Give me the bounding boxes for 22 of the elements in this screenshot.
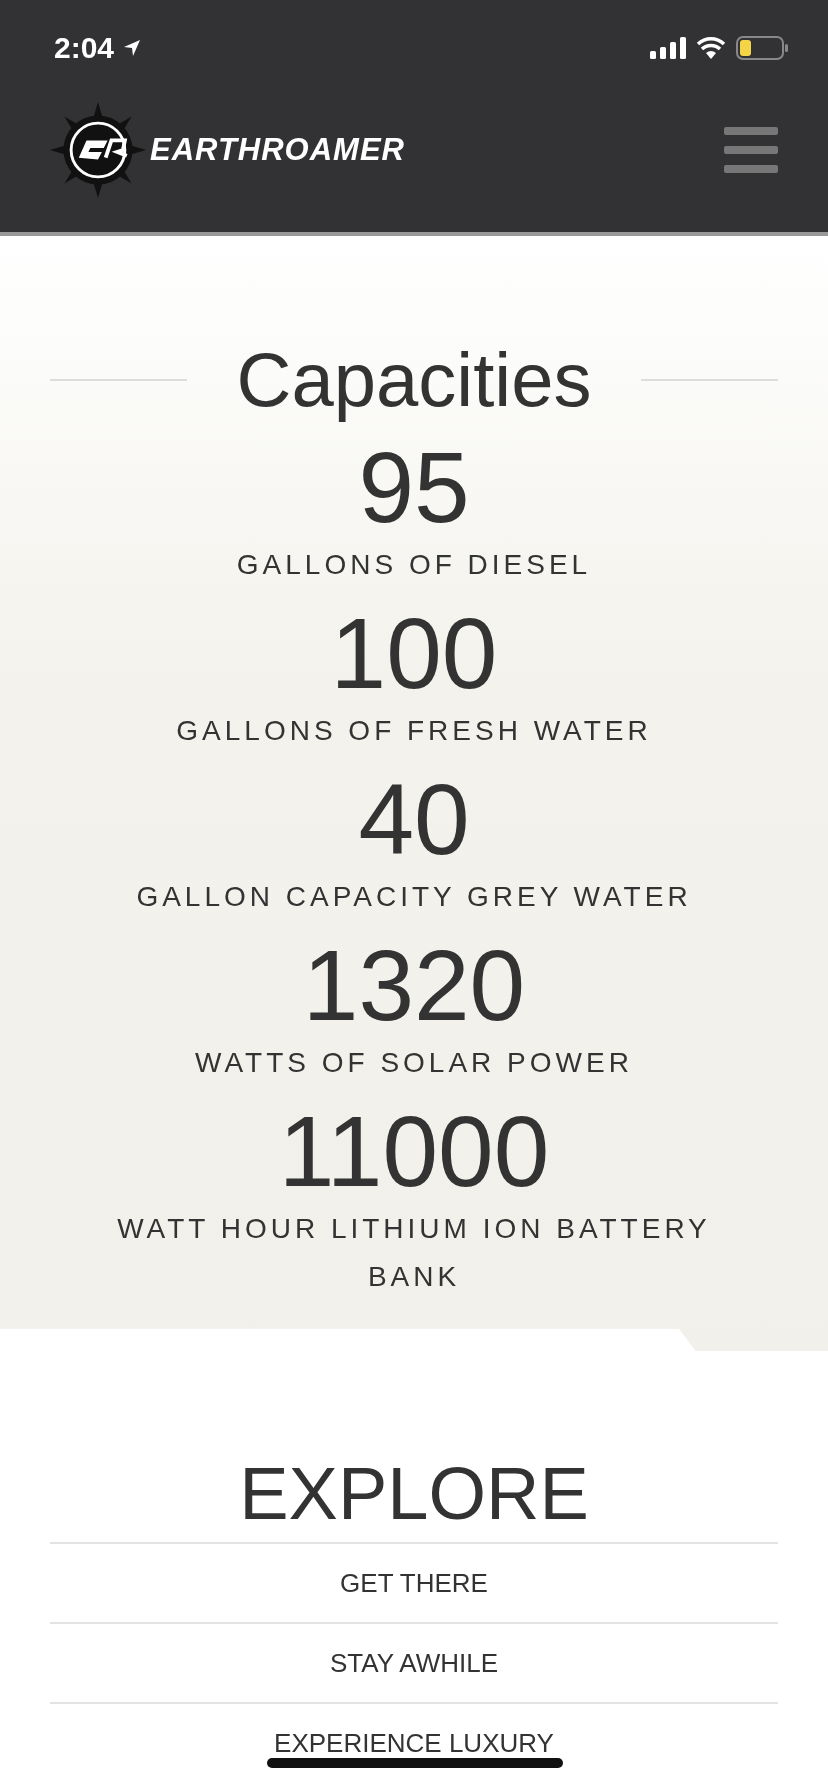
stat-number: 95 xyxy=(358,433,470,541)
location-arrow-icon xyxy=(122,38,143,58)
wifi-icon xyxy=(696,37,726,59)
logo-emblem-icon xyxy=(50,102,146,198)
stat-number: 11000 xyxy=(278,1097,550,1205)
nav-link[interactable]: GET THERE xyxy=(50,1542,778,1622)
stat-label: GALLON CAPACITY GREY WATER xyxy=(135,880,693,914)
section-title: EXPLORE xyxy=(239,1451,589,1536)
stat-label: WATT HOUR LITHIUM ION BATTERY BANK xyxy=(116,1212,712,1294)
stat-label: GALLONS OF DIESEL xyxy=(235,548,593,582)
nav-link[interactable]: STAY AWHILE xyxy=(50,1622,778,1702)
stat-number: 100 xyxy=(330,599,498,707)
stat-label: WATTS OF SOLAR POWER xyxy=(194,1046,634,1080)
status-time: 2:04 xyxy=(54,31,115,65)
stat-label: GALLONS OF FRESH WATER xyxy=(175,714,653,748)
brand-name: EARTHROAMER xyxy=(150,132,405,168)
menu-icon[interactable] xyxy=(724,127,778,173)
section-title: Capacities xyxy=(236,336,592,423)
stat-number: 1320 xyxy=(302,931,526,1039)
stat-number: 40 xyxy=(358,765,470,873)
signal-icon xyxy=(650,37,686,59)
battery-icon xyxy=(736,36,788,60)
